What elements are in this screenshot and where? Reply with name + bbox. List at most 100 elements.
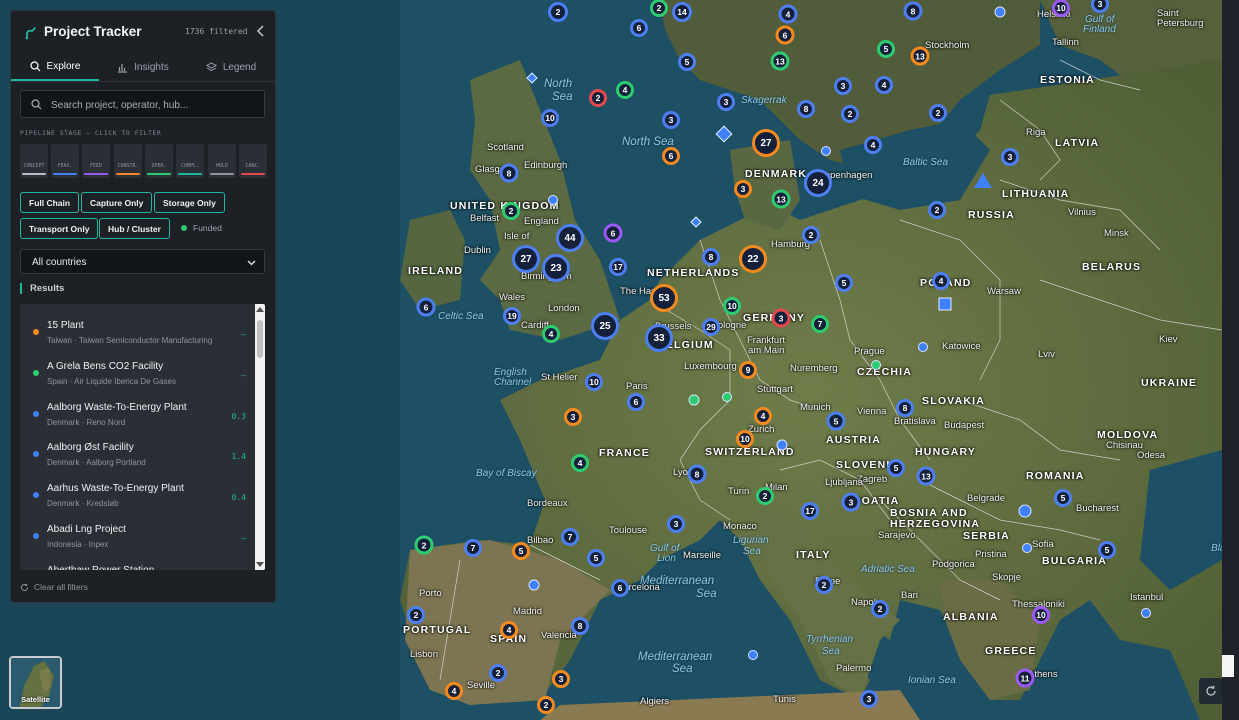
cluster-marker[interactable]: 14 — [672, 2, 692, 22]
scroll-down-arrow-icon[interactable] — [256, 562, 264, 567]
cluster-marker[interactable]: 6 — [416, 297, 436, 317]
cluster-marker[interactable]: 3 — [860, 690, 878, 708]
cluster-marker[interactable]: 10 — [723, 297, 741, 315]
project-point-marker[interactable] — [994, 6, 1006, 18]
cluster-marker[interactable]: 5 — [587, 549, 605, 567]
cluster-marker[interactable]: 2 — [414, 535, 434, 555]
filter-transport-only[interactable]: Transport Only — [20, 218, 99, 239]
stage-filter-6[interactable]: HOLD — [208, 144, 236, 178]
stage-filter-2[interactable]: FEED — [82, 144, 110, 178]
cluster-marker[interactable]: 4 — [445, 682, 463, 700]
cluster-marker[interactable]: 3 — [717, 93, 735, 111]
filter-hub-cluster[interactable]: Hub / Cluster — [99, 218, 170, 239]
cluster-marker[interactable]: 5 — [826, 411, 846, 431]
cluster-marker[interactable]: 53 — [650, 284, 678, 312]
stage-filter-0[interactable]: CONCEPT — [20, 144, 48, 178]
cluster-marker[interactable]: 7 — [464, 539, 482, 557]
results-scrollbar[interactable] — [255, 304, 265, 570]
cluster-marker[interactable]: 22 — [739, 245, 767, 273]
scroll-up-arrow-icon[interactable] — [256, 307, 264, 312]
cluster-marker[interactable]: 4 — [932, 272, 950, 290]
cluster-marker[interactable]: 29 — [702, 318, 720, 336]
result-row[interactable]: Abadi Lng Project Indonesia · Inpex – — [20, 516, 254, 557]
cluster-marker[interactable]: 2 — [871, 600, 889, 618]
cluster-marker[interactable]: 2 — [502, 202, 520, 220]
cluster-marker[interactable]: 7 — [811, 315, 829, 333]
clear-filters-button[interactable]: Clear all filters — [20, 582, 88, 592]
result-row[interactable]: Aberthaw Power Station — [20, 557, 254, 570]
scrollbar-thumb[interactable] — [257, 320, 263, 358]
stage-filter-3[interactable]: CONSTR. — [114, 144, 142, 178]
project-point-marker[interactable] — [871, 360, 881, 370]
filter-funded[interactable]: Funded — [181, 223, 222, 233]
project-point-marker[interactable] — [1141, 608, 1151, 618]
cluster-marker[interactable]: 4 — [778, 4, 798, 24]
tab-legend[interactable]: Legend — [187, 53, 275, 81]
cluster-marker[interactable]: 10 — [541, 109, 559, 127]
cluster-marker[interactable]: 8 — [797, 100, 815, 118]
filter-storage-only[interactable]: Storage Only — [154, 192, 225, 213]
cluster-marker[interactable]: 2 — [815, 576, 833, 594]
cluster-marker[interactable]: 3 — [662, 111, 680, 129]
cluster-marker[interactable]: 44 — [556, 224, 584, 252]
cluster-marker[interactable]: 8 — [702, 248, 720, 266]
filter-full-chain[interactable]: Full Chain — [20, 192, 80, 213]
basemap-toggle-button[interactable]: Satellite — [9, 656, 62, 709]
cluster-marker[interactable]: 2 — [756, 487, 774, 505]
cluster-marker[interactable]: 8 — [571, 617, 589, 635]
cluster-marker[interactable]: 4 — [616, 81, 634, 99]
cluster-marker[interactable]: 6 — [662, 147, 680, 165]
cluster-marker[interactable]: 6 — [627, 393, 645, 411]
reset-view-button[interactable] — [1199, 678, 1223, 704]
cluster-marker[interactable]: 13 — [910, 46, 930, 66]
cluster-marker[interactable]: 6 — [630, 19, 648, 37]
cluster-marker[interactable]: 9 — [739, 361, 757, 379]
cluster-marker[interactable]: 8 — [499, 163, 519, 183]
cluster-marker[interactable]: 8 — [687, 464, 707, 484]
stage-filter-7[interactable]: CANC. — [239, 144, 267, 178]
cluster-marker[interactable]: 8 — [903, 1, 923, 21]
result-row[interactable]: A Grela Bens CO2 Facility Spain · Air Liq… — [20, 353, 254, 394]
cluster-marker[interactable]: 2 — [929, 104, 947, 122]
cluster-marker[interactable]: 4 — [571, 454, 589, 472]
cluster-marker[interactable]: 6 — [611, 579, 629, 597]
cluster-marker[interactable]: 3 — [552, 670, 570, 688]
cluster-marker[interactable]: 5 — [678, 53, 696, 71]
cluster-marker[interactable]: 25 — [591, 312, 619, 340]
cluster-marker[interactable]: 13 — [770, 51, 790, 71]
cluster-marker[interactable]: 2 — [489, 664, 507, 682]
cluster-marker[interactable]: 3 — [1001, 148, 1019, 166]
cluster-marker[interactable]: 5 — [887, 459, 905, 477]
cluster-marker[interactable]: 3 — [841, 492, 861, 512]
cluster-marker[interactable]: 13 — [771, 189, 791, 209]
cluster-marker[interactable]: 4 — [542, 325, 560, 343]
stage-filter-5[interactable]: COMPL. — [176, 144, 204, 178]
cluster-marker[interactable]: 23 — [542, 254, 570, 282]
cluster-marker[interactable]: 6 — [775, 25, 795, 45]
cluster-marker[interactable]: 3 — [564, 408, 582, 426]
country-select[interactable]: All countries — [20, 249, 265, 274]
project-point-marker[interactable] — [821, 146, 831, 156]
result-row[interactable]: Aarhus Waste-To-Energy Plant Denmark · Kr… — [20, 475, 254, 516]
cluster-marker[interactable]: 3 — [734, 180, 752, 198]
cluster-marker[interactable]: 8 — [896, 399, 914, 417]
cluster-marker[interactable]: 10 — [585, 373, 603, 391]
project-point-marker[interactable] — [548, 195, 558, 205]
cluster-marker[interactable]: 2 — [407, 606, 425, 624]
cluster-marker[interactable]: 27 — [752, 129, 780, 157]
result-row[interactable]: Aalborg Waste-To-Energy Plant Denmark · R… — [20, 394, 254, 435]
cluster-marker[interactable]: 2 — [802, 226, 820, 244]
project-point-marker[interactable] — [688, 394, 700, 406]
triangle-marker[interactable] — [974, 173, 992, 188]
cluster-marker[interactable]: 10 — [1032, 606, 1050, 624]
cluster-marker[interactable]: 27 — [512, 245, 540, 273]
cluster-marker[interactable]: 2 — [841, 105, 859, 123]
filter-capture-only[interactable]: Capture Only — [81, 192, 153, 213]
cluster-marker[interactable]: 3 — [771, 308, 791, 328]
cluster-marker[interactable]: 33 — [645, 324, 673, 352]
cluster-marker[interactable]: 10 — [736, 430, 754, 448]
stage-filter-1[interactable]: FEAS. — [51, 144, 79, 178]
cluster-marker[interactable]: 17 — [609, 258, 627, 276]
cluster-marker[interactable]: 13 — [916, 466, 936, 486]
cluster-marker[interactable]: 4 — [875, 76, 893, 94]
